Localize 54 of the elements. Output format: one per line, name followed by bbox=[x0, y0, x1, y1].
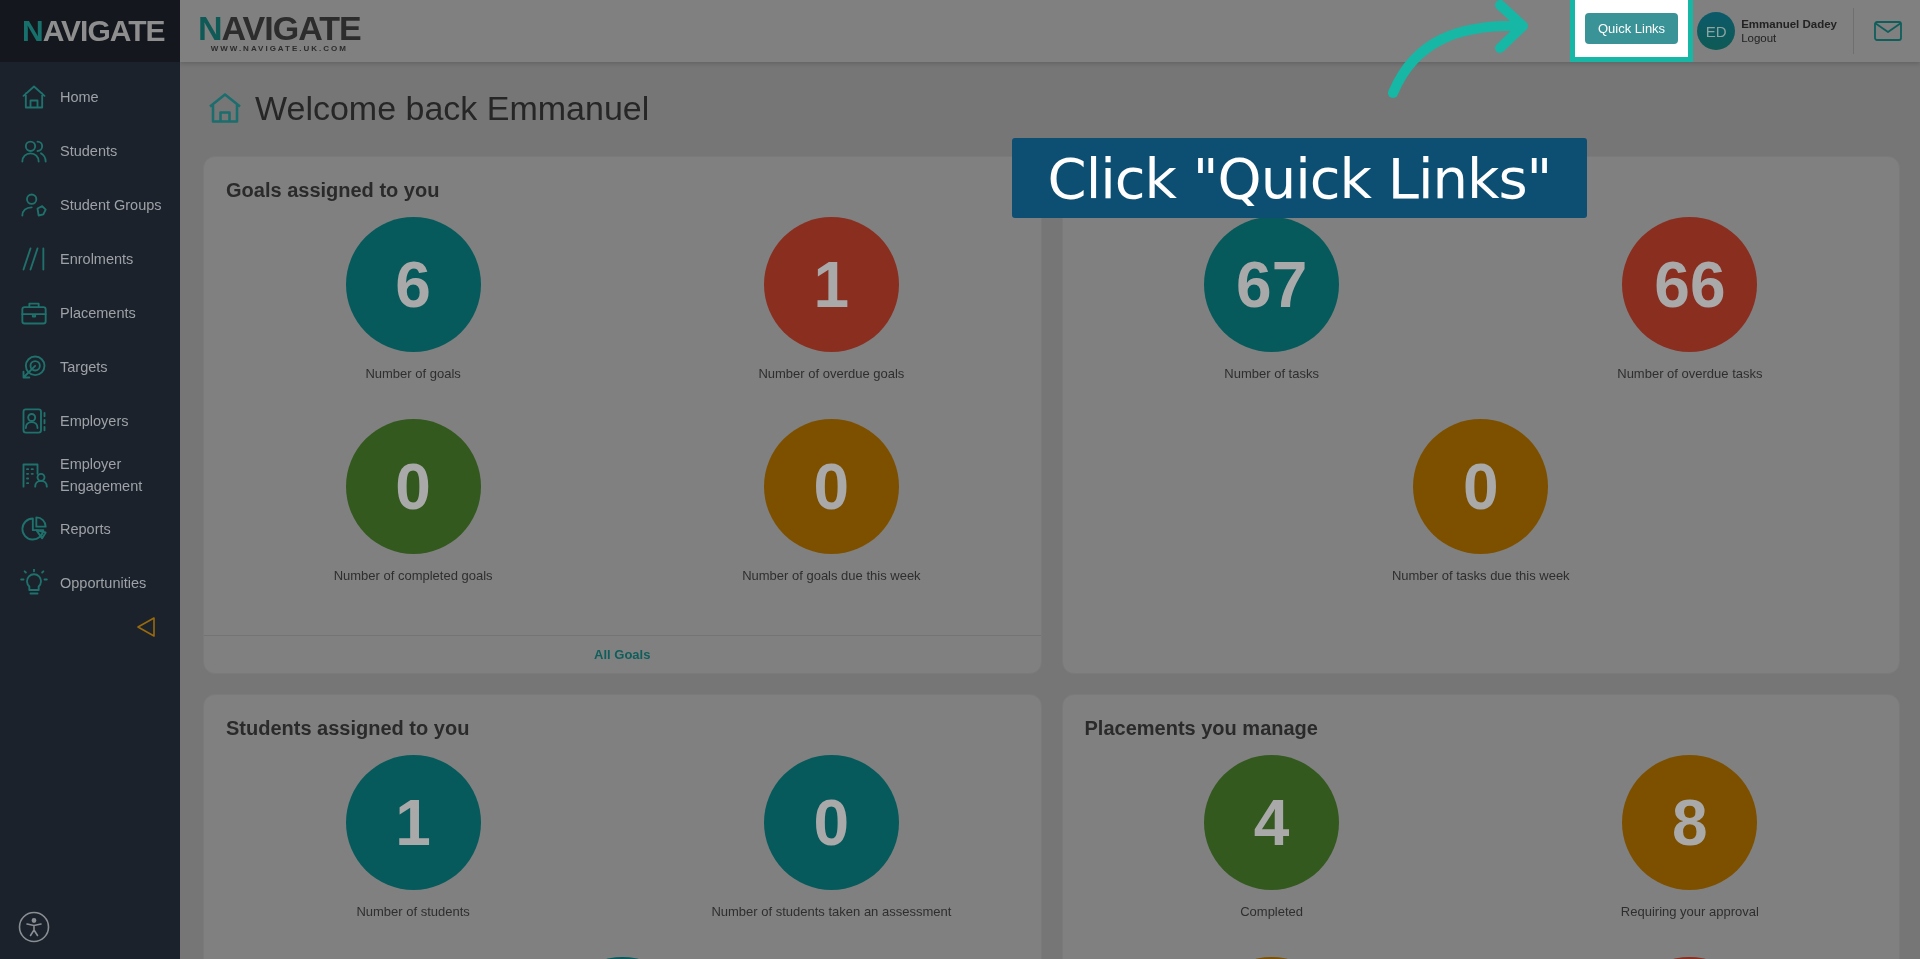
stat-circle[interactable]: 4 bbox=[1204, 755, 1340, 890]
callout-text: Click "Quick Links" bbox=[1012, 138, 1587, 218]
lightbulb-icon bbox=[20, 569, 48, 597]
user-avatar[interactable]: ED bbox=[1697, 12, 1736, 50]
nav-item[interactable]: Targets bbox=[0, 340, 180, 394]
stat-label: Number of overdue goals bbox=[758, 366, 905, 381]
stat-label: Number of students taken an assessment bbox=[711, 904, 952, 919]
nav-item[interactable]: Enrolments bbox=[0, 232, 180, 286]
stat-circle[interactable]: 0 bbox=[763, 755, 899, 890]
nav-item[interactable]: Placements bbox=[0, 286, 180, 340]
contact-card-icon bbox=[20, 407, 48, 435]
nav-item[interactable]: Students bbox=[0, 124, 180, 178]
stat-label: Number of completed goals bbox=[333, 568, 493, 583]
stat-label: Number of tasks bbox=[1224, 366, 1319, 381]
card-title: Placements you manage bbox=[1083, 716, 1319, 741]
stat-label: Requiring your approval bbox=[1620, 904, 1759, 919]
stat-circle[interactable]: 67 bbox=[1204, 217, 1340, 352]
logout-link[interactable]: Logout bbox=[1741, 32, 1837, 44]
stat-circle[interactable]: 0 bbox=[1413, 419, 1549, 554]
nav-item[interactable]: Student Groups bbox=[0, 178, 180, 232]
target-icon bbox=[20, 353, 48, 381]
mail-icon[interactable] bbox=[1874, 21, 1902, 41]
stat-circle[interactable]: 1 bbox=[345, 755, 481, 890]
user-name: Emmanuel Dadey bbox=[1741, 18, 1837, 30]
stat-label: Number of overdue tasks bbox=[1617, 366, 1763, 381]
accessibility-icon[interactable] bbox=[18, 911, 50, 943]
building-person-icon bbox=[20, 461, 48, 489]
stat-circle[interactable]: 1 bbox=[763, 217, 899, 352]
nav-item[interactable]: Employer Engagement bbox=[0, 448, 180, 502]
card-title: Students assigned to you bbox=[225, 716, 471, 741]
stat-label: Number of tasks due this week bbox=[1391, 568, 1570, 583]
pie-chart-icon bbox=[20, 515, 48, 543]
all-goals-link[interactable]: All Goals bbox=[594, 647, 651, 662]
nav-item[interactable]: Opportunities bbox=[0, 556, 180, 610]
home-icon bbox=[207, 90, 243, 126]
logo[interactable]: NAVIGATE WWW.NAVIGATE.UK.COM bbox=[198, 11, 361, 53]
stat-label: Completed bbox=[1240, 904, 1304, 919]
nav-item[interactable]: Home bbox=[0, 70, 180, 124]
nav-item[interactable]: Reports bbox=[0, 502, 180, 556]
stat-circle[interactable]: 0 bbox=[345, 419, 481, 554]
nav-item[interactable]: Employers bbox=[0, 394, 180, 448]
stat-circle[interactable]: 66 bbox=[1622, 217, 1758, 352]
stat-circle[interactable]: 6 bbox=[345, 217, 481, 352]
stat-label: Number of goals bbox=[365, 366, 461, 381]
stat-label: Number of goals due this week bbox=[742, 568, 921, 583]
collapse-triangle-icon[interactable] bbox=[136, 616, 156, 638]
stat-circle[interactable]: 0 bbox=[763, 419, 899, 554]
stat-label: Number of students bbox=[356, 904, 470, 919]
page-title: Welcome back Emmanuel bbox=[255, 88, 650, 128]
stat-circle[interactable]: 8 bbox=[1622, 755, 1758, 890]
card-title: Goals assigned to you bbox=[225, 178, 441, 203]
home-icon bbox=[20, 83, 48, 111]
quick-links-button[interactable]: Quick Links bbox=[1584, 13, 1679, 44]
person-tag-icon bbox=[20, 191, 48, 219]
